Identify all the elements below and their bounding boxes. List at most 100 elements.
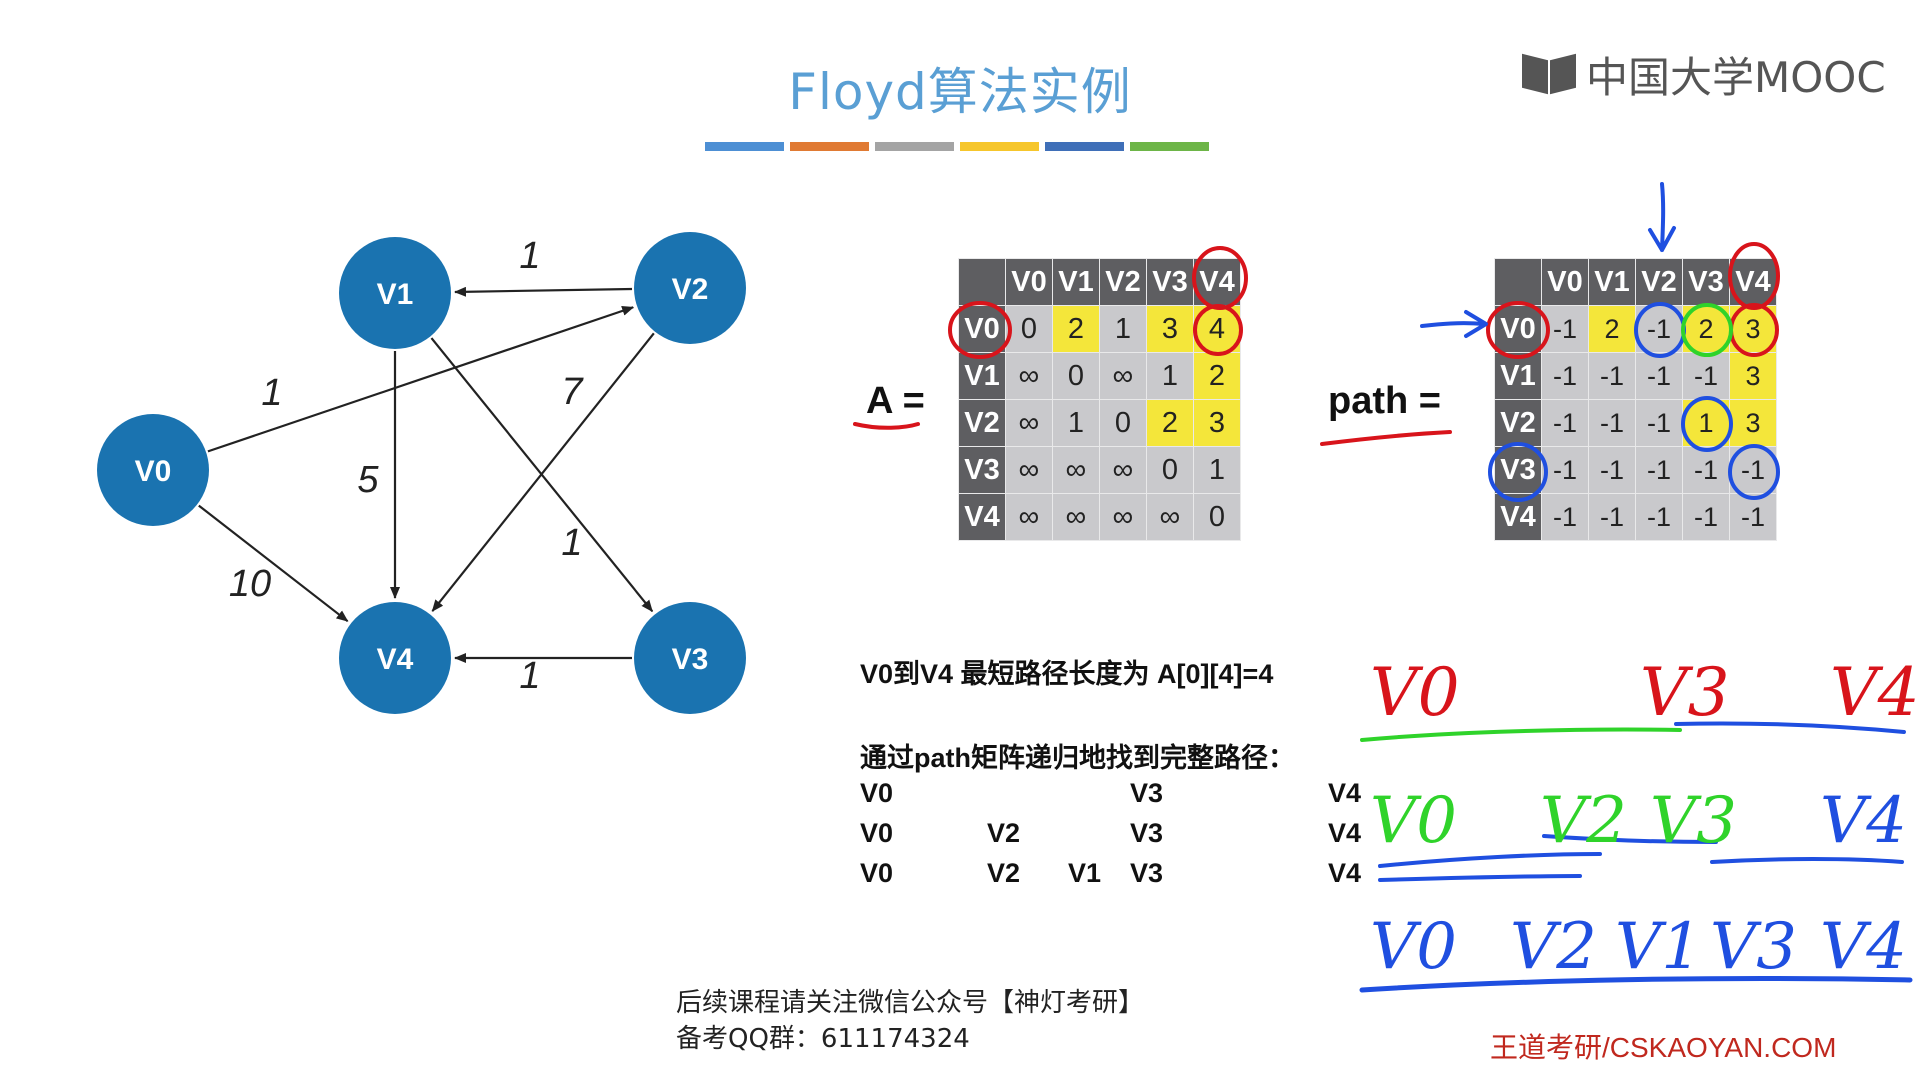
path-row-header: V4 bbox=[1494, 493, 1542, 541]
path-node: V0 bbox=[860, 858, 894, 888]
a-cell: 1 bbox=[1193, 446, 1241, 494]
a-cell: ∞ bbox=[1052, 493, 1100, 541]
a-row-header: V4 bbox=[958, 493, 1006, 541]
path-node: V2 bbox=[987, 858, 1021, 888]
path-node: V0 bbox=[860, 778, 894, 808]
mooc-logo: 中国大学MOOC bbox=[1522, 44, 1886, 105]
edge-weight-v1-v4: 5 bbox=[357, 459, 379, 501]
path-node: V1 bbox=[1068, 858, 1102, 888]
node-label-v2: V2 bbox=[672, 273, 709, 306]
a-row-header: V1 bbox=[958, 352, 1006, 400]
path-cell: -1 bbox=[1729, 446, 1777, 494]
edge-v2-v1 bbox=[453, 286, 633, 297]
path-node: V4 bbox=[1328, 778, 1362, 808]
handwritten-vertex: V3 bbox=[1640, 654, 1730, 731]
path-col-header: V0 bbox=[1541, 258, 1589, 306]
a-cell: 0 bbox=[1099, 399, 1147, 447]
path-cell: -1 bbox=[1635, 493, 1683, 541]
path-cell: 3 bbox=[1729, 399, 1777, 447]
shortest-length-text: V0到V4 最短路径长度为 A[0][4]=4 bbox=[860, 659, 1274, 689]
blue-arrow-right bbox=[1420, 310, 1488, 338]
path-row-header: V3 bbox=[1494, 446, 1542, 494]
a-row-header: V3 bbox=[958, 446, 1006, 494]
a-cell: ∞ bbox=[1005, 493, 1053, 541]
handwritten-vertex: V3 bbox=[1710, 910, 1797, 984]
a-cell: ∞ bbox=[1099, 493, 1147, 541]
path-cell: -1 bbox=[1682, 493, 1730, 541]
a-cell: 1 bbox=[1146, 352, 1194, 400]
a-cell: 3 bbox=[1146, 305, 1194, 353]
path-row-header: V0 bbox=[1494, 305, 1542, 353]
red-underline-path bbox=[1320, 430, 1452, 446]
path-cell: -1 bbox=[1635, 352, 1683, 400]
a-cell: 0 bbox=[1193, 493, 1241, 541]
edge-weight-v0-v2: 1 bbox=[261, 372, 282, 414]
handwritten-vertex: V4 bbox=[1830, 654, 1920, 731]
edge-weight-v2-v4: 7 bbox=[561, 371, 584, 413]
distance-matrix-a: V0 V1 V2 V3 V4 V0 0 2 1 3 4 V1 ∞ 0 ∞ 1 2 V2 ∞ 1 0 2 3 V3 ∞ ∞ ∞ 0 1 V4… bbox=[958, 258, 1241, 541]
path-node: V3 bbox=[1130, 858, 1164, 888]
path-cell: -1 bbox=[1541, 493, 1589, 541]
path-node: V4 bbox=[1328, 858, 1362, 888]
handwritten-vertex: V3 bbox=[1650, 784, 1737, 858]
brand-footer: 王道考研/CSKAOYAN.COM bbox=[1490, 1032, 1837, 1063]
a-cell: 2 bbox=[1193, 352, 1241, 400]
strip-segment bbox=[960, 142, 1039, 151]
a-cell: ∞ bbox=[1052, 446, 1100, 494]
path-cell: -1 bbox=[1682, 446, 1730, 494]
matrix-path-label: path = bbox=[1328, 380, 1441, 422]
path-cell: -1 bbox=[1635, 305, 1683, 353]
path-node: V3 bbox=[1130, 778, 1164, 808]
a-col-header: V2 bbox=[1099, 258, 1147, 306]
strip-segment bbox=[1045, 142, 1124, 151]
node-label-v1: V1 bbox=[377, 278, 414, 311]
path-cell: -1 bbox=[1541, 305, 1589, 353]
a-cell: ∞ bbox=[1146, 493, 1194, 541]
a-col-header: V4 bbox=[1193, 258, 1241, 306]
path-cell: -1 bbox=[1588, 399, 1636, 447]
path-col-header: V3 bbox=[1682, 258, 1730, 306]
path-row-header: V1 bbox=[1494, 352, 1542, 400]
a-row-header: V2 bbox=[958, 399, 1006, 447]
path-cell: 2 bbox=[1682, 305, 1730, 353]
book-logo-icon bbox=[1522, 53, 1578, 97]
handwritten-vertex: V1 bbox=[1615, 910, 1702, 984]
node-label-v3: V3 bbox=[672, 643, 709, 676]
path-cell: -1 bbox=[1541, 446, 1589, 494]
a-cell: 2 bbox=[1052, 305, 1100, 353]
blue-underline-2b bbox=[1378, 874, 1582, 882]
path-cell: 3 bbox=[1729, 352, 1777, 400]
handwritten-vertex: V4 bbox=[1820, 784, 1907, 858]
blue-underline-2d bbox=[1710, 857, 1904, 864]
path-cell: 2 bbox=[1588, 305, 1636, 353]
a-cell: 3 bbox=[1193, 399, 1241, 447]
path-col-header: V4 bbox=[1729, 258, 1777, 306]
path-cell: -1 bbox=[1729, 493, 1777, 541]
edge-weight-v3-v4: 1 bbox=[519, 655, 540, 697]
green-underline-1 bbox=[1360, 727, 1682, 742]
path-cell: 3 bbox=[1729, 305, 1777, 353]
path-cell: -1 bbox=[1541, 399, 1589, 447]
blue-underline-3 bbox=[1359, 975, 1913, 993]
a-col-header: V1 bbox=[1052, 258, 1100, 306]
path-node: V2 bbox=[987, 818, 1021, 848]
directed-graph: 1 1 10 5 7 1 1 V0 V1 V2 V3 V4 bbox=[97, 232, 746, 714]
path-cell: -1 bbox=[1588, 352, 1636, 400]
strip-segment bbox=[1130, 142, 1209, 151]
path-node: V0 bbox=[860, 818, 894, 848]
path-node: V3 bbox=[1130, 818, 1164, 848]
a-cell: ∞ bbox=[1099, 352, 1147, 400]
qq-group-notice: 备考QQ群：611174324 bbox=[676, 1024, 970, 1054]
matrix-a-label: A = bbox=[866, 380, 925, 422]
path-cell: -1 bbox=[1682, 352, 1730, 400]
blue-arrow-down bbox=[1648, 182, 1676, 252]
a-cell: 2 bbox=[1146, 399, 1194, 447]
path-cell: -1 bbox=[1635, 446, 1683, 494]
a-cell: 1 bbox=[1052, 399, 1100, 447]
handwritten-vertex: V0 bbox=[1370, 654, 1460, 731]
node-label-v0: V0 bbox=[135, 455, 172, 488]
path-cell: -1 bbox=[1635, 399, 1683, 447]
path-node: V4 bbox=[1328, 818, 1362, 848]
strip-segment bbox=[705, 142, 784, 151]
path-col-header: V1 bbox=[1588, 258, 1636, 306]
